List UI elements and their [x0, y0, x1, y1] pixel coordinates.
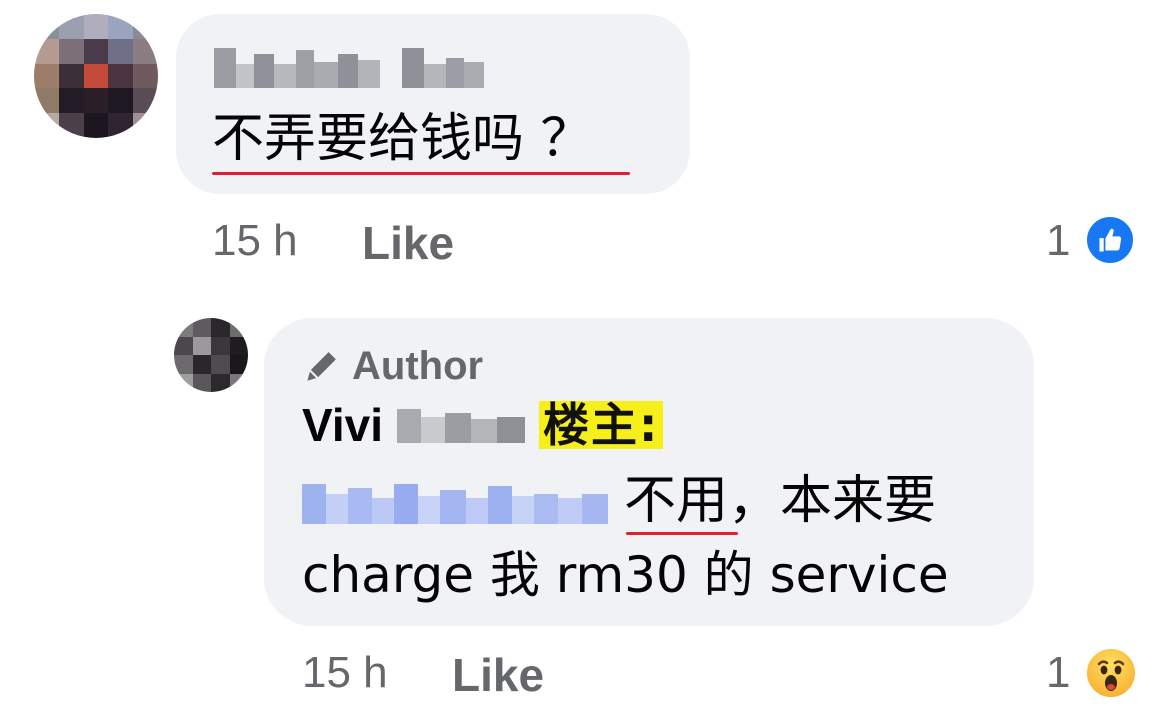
author-badge-label: Author — [352, 344, 484, 388]
reply-reaction-count[interactable]: 1 — [1046, 648, 1070, 698]
op-tag: 楼主: — [539, 401, 664, 449]
reply-text-line1: 不用，本来要 — [624, 471, 937, 531]
author-surname-redacted — [397, 407, 525, 443]
wow-icon[interactable] — [1084, 646, 1138, 700]
like-icon[interactable] — [1084, 214, 1136, 266]
reply-underline — [626, 532, 738, 535]
comment-underline — [212, 172, 630, 175]
author-badge: Author — [302, 344, 483, 389]
mention-redacted[interactable] — [302, 478, 608, 524]
reply-time[interactable]: 15 h — [302, 648, 388, 698]
author-name-row: Vivi 楼主: — [302, 398, 664, 452]
reply-like-button[interactable]: Like — [452, 648, 544, 702]
reply-text-line2: charge 我 rm30 的 service — [302, 546, 949, 604]
pencil-icon — [302, 348, 340, 386]
like-button[interactable]: Like — [362, 216, 454, 270]
comment-time[interactable]: 15 h — [212, 216, 298, 266]
avatar-author[interactable] — [174, 318, 248, 392]
comment-text: 不弄要给钱吗 ？ — [212, 109, 593, 169]
reaction-count[interactable]: 1 — [1046, 216, 1070, 266]
author-name[interactable]: Vivi — [302, 398, 383, 452]
commenter-name-redacted — [214, 44, 506, 88]
avatar-commenter[interactable] — [34, 14, 158, 138]
